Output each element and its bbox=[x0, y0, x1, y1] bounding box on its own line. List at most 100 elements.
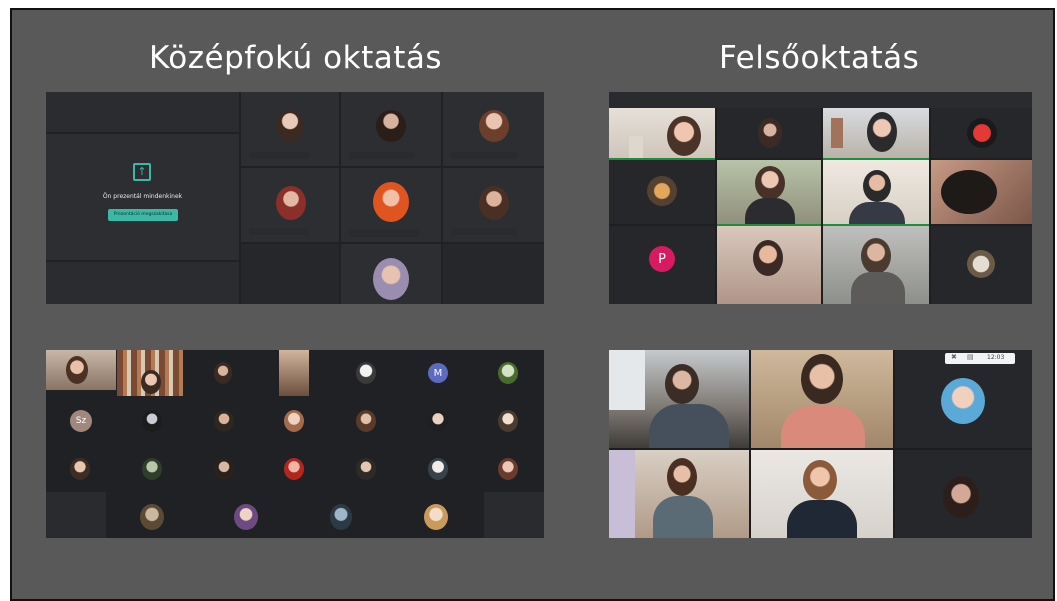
participant-face bbox=[667, 458, 697, 496]
participant-avatar bbox=[142, 410, 162, 432]
meet-screenshot-secondary-2: M Sz bbox=[46, 350, 544, 538]
participant-video bbox=[751, 350, 893, 448]
avatar-letter-m: M bbox=[428, 363, 448, 383]
name-bar bbox=[249, 228, 309, 235]
participant-avatar bbox=[428, 410, 448, 432]
heading-higher-education: Felsőoktatás bbox=[719, 40, 920, 76]
meet-screenshot-higher-2: ✖ ▤ 12:03 bbox=[609, 350, 1032, 538]
participant-face bbox=[141, 370, 161, 394]
name-bar bbox=[451, 228, 517, 235]
participant-avatar bbox=[142, 458, 162, 480]
participant-avatar bbox=[758, 118, 782, 148]
name-bar bbox=[249, 152, 309, 159]
participant-avatar bbox=[498, 410, 518, 432]
participant-avatar bbox=[967, 250, 995, 278]
participant-video bbox=[609, 450, 749, 538]
participant-avatar bbox=[941, 378, 985, 424]
shoulders bbox=[849, 202, 905, 224]
participant-face bbox=[863, 170, 891, 202]
participant-avatar bbox=[276, 186, 306, 220]
participant-face bbox=[755, 166, 785, 200]
participant-avatar bbox=[140, 504, 164, 530]
name-bar bbox=[349, 230, 419, 237]
empty-tile bbox=[241, 244, 339, 304]
room-detail bbox=[831, 118, 843, 148]
curtain bbox=[609, 450, 635, 538]
participant-video bbox=[931, 160, 1032, 224]
participant-tile bbox=[931, 226, 1032, 304]
participant-tile bbox=[931, 108, 1032, 158]
mic-icon[interactable]: ✖ bbox=[951, 353, 957, 361]
participant-video bbox=[46, 350, 116, 390]
shoulders bbox=[649, 404, 729, 448]
participant-face bbox=[753, 240, 783, 276]
participant-avatar bbox=[373, 182, 409, 222]
shoulders bbox=[653, 496, 713, 538]
participant-video bbox=[609, 108, 715, 160]
room-detail bbox=[629, 136, 643, 158]
participant-tile bbox=[341, 168, 441, 242]
participant-avatar bbox=[498, 362, 518, 384]
participant-avatar bbox=[967, 118, 997, 148]
presenting-label: Ön prezentál mindenkinek bbox=[102, 193, 183, 200]
empty-tile bbox=[46, 262, 239, 304]
participant-avatar bbox=[214, 410, 234, 432]
participant-face bbox=[867, 112, 897, 152]
participant-tile bbox=[341, 244, 441, 304]
participant-avatar bbox=[424, 504, 448, 530]
avatar-letter-sz: Sz bbox=[70, 410, 92, 432]
participant-avatar bbox=[356, 362, 376, 384]
avatar-letter-p: P bbox=[649, 246, 675, 272]
heading-secondary-education: Középfokú oktatás bbox=[149, 40, 443, 76]
shoulders bbox=[787, 500, 857, 538]
participant-avatar bbox=[284, 410, 304, 432]
participant-tile bbox=[241, 92, 339, 166]
participant-avatar bbox=[498, 458, 518, 480]
participant-avatar bbox=[284, 458, 304, 480]
participant-avatar bbox=[330, 504, 352, 530]
present-screen-icon: ↑ bbox=[133, 163, 151, 181]
participant-video-bookshelf bbox=[117, 350, 183, 396]
empty-tile bbox=[46, 92, 239, 132]
participant-avatar bbox=[428, 458, 448, 480]
participant-avatar bbox=[214, 458, 234, 480]
meet-screenshot-higher-1: P bbox=[609, 92, 1032, 304]
participant-tile: P bbox=[609, 226, 715, 304]
participant-tile bbox=[241, 168, 339, 242]
name-bar bbox=[451, 152, 517, 159]
participant-avatar bbox=[356, 458, 376, 480]
empty-tile bbox=[46, 492, 106, 538]
participant-avatar bbox=[356, 410, 376, 432]
participant-tile bbox=[895, 450, 1032, 538]
window bbox=[609, 350, 645, 410]
participant-video bbox=[609, 350, 749, 448]
participant-face bbox=[861, 238, 891, 274]
participant-avatar bbox=[276, 110, 304, 142]
shoulders bbox=[851, 272, 905, 304]
participant-avatar bbox=[943, 476, 979, 518]
participant-avatar bbox=[479, 186, 509, 220]
participant-tile: ✖ ▤ 12:03 bbox=[895, 350, 1032, 448]
presentation-tile: ↑ Ön prezentál mindenkinek Prezentáció m… bbox=[46, 134, 239, 260]
shoulders bbox=[745, 198, 795, 224]
participant-video bbox=[751, 450, 893, 538]
participant-avatar bbox=[214, 362, 232, 384]
shoulders bbox=[781, 406, 865, 448]
participant-avatar bbox=[647, 176, 677, 206]
participant-face bbox=[667, 116, 701, 156]
chat-icon[interactable]: ▤ bbox=[967, 353, 974, 361]
participant-tile bbox=[443, 92, 544, 166]
participant-face bbox=[665, 364, 699, 404]
participant-video bbox=[823, 226, 929, 304]
participant-video bbox=[823, 160, 929, 226]
status-bar: ✖ ▤ 12:03 bbox=[945, 353, 1015, 364]
empty-tile bbox=[484, 492, 544, 538]
participant-avatar bbox=[70, 458, 90, 480]
participant-video bbox=[717, 160, 821, 226]
participant-tile bbox=[717, 108, 821, 158]
participant-avatar bbox=[234, 504, 258, 530]
stop-presenting-button[interactable]: Prezentáció megszakítása bbox=[108, 209, 178, 221]
top-bar bbox=[609, 92, 1032, 108]
hair bbox=[941, 170, 997, 214]
participant-avatar bbox=[479, 110, 509, 142]
